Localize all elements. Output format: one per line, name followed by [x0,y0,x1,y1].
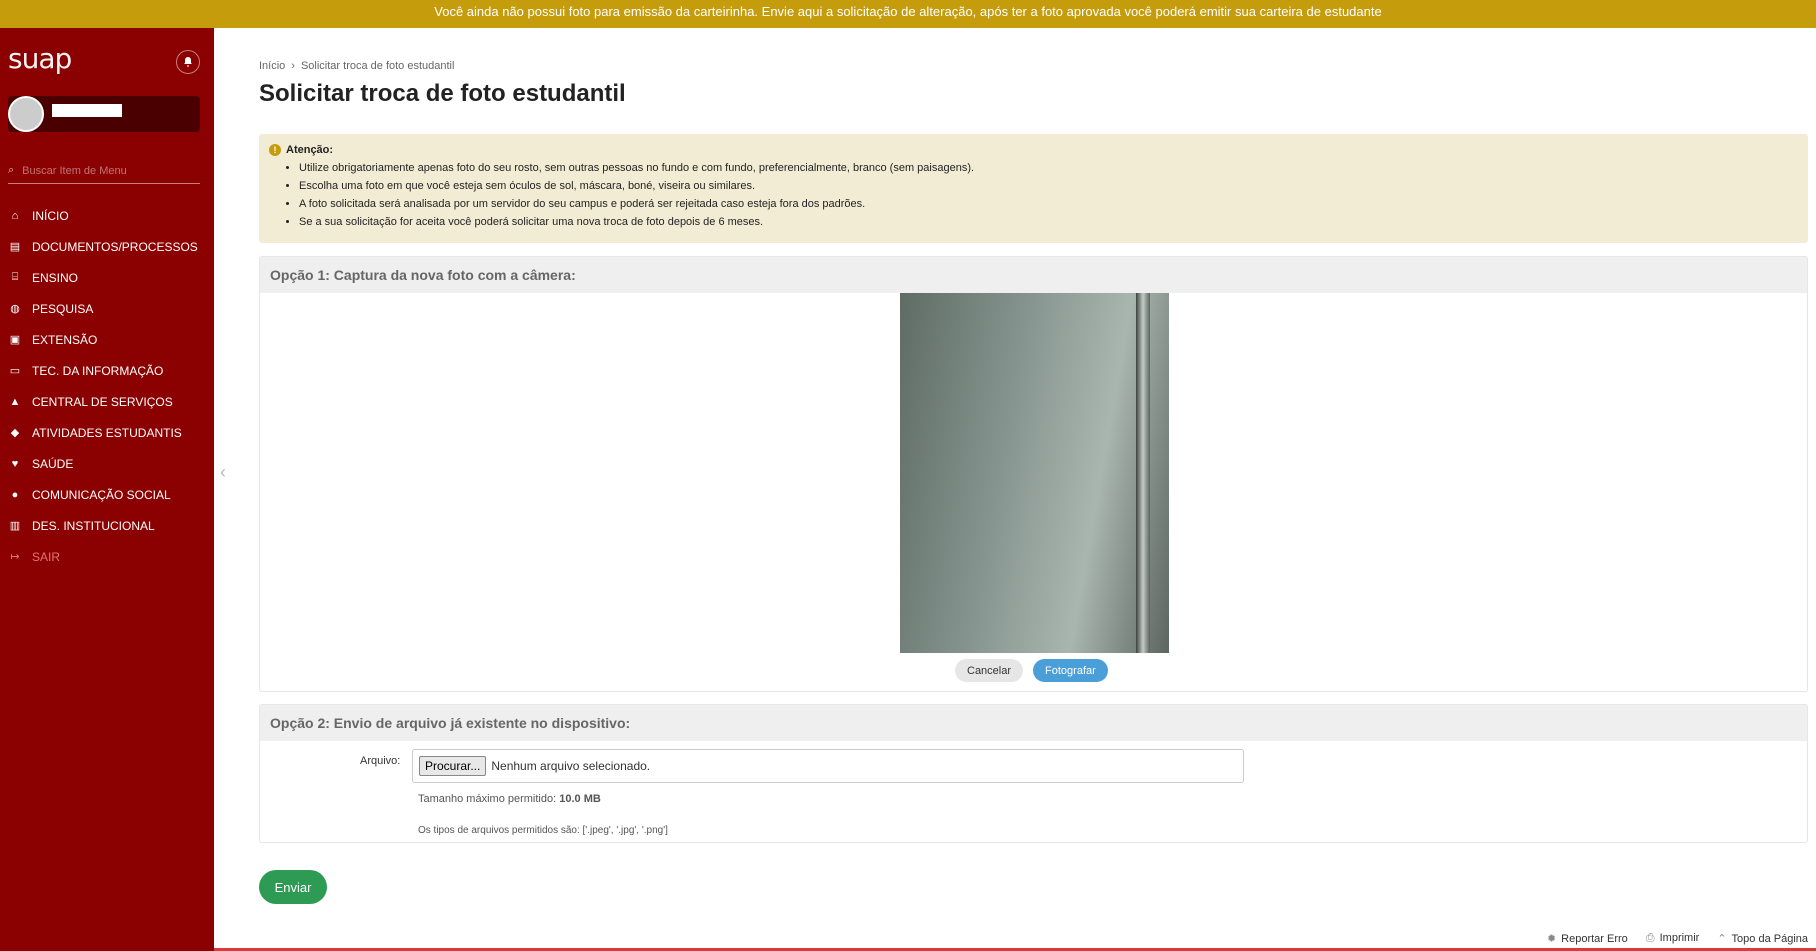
page-title: Solicitar troca de foto estudantil [259,80,626,107]
sidebar-item-saude[interactable]: ♥ SAÚDE [0,448,214,479]
redacted-username [52,104,122,117]
sidebar-item-inicio[interactable]: ⌂ INÍCIO [0,200,214,231]
alert-item: A foto solicitada será analisada por um … [299,195,1798,213]
page-footer: ✹ Reportar Erro ⎙ Imprimir ⌃ Topo da Página [1547,932,1808,945]
laptop-icon: ▭ [9,365,21,377]
sidebar-item-atividades[interactable]: ◆ ATIVIDADES ESTUDANTIS [0,417,214,448]
option1-legend: Opção 1: Captura da nova foto com a câme… [260,257,1807,293]
collapse-sidebar-chevron-left-icon[interactable]: ‹ [220,462,226,483]
avatar [8,96,44,132]
arrow-up-icon: ⌃ [1717,933,1727,945]
home-icon: ⌂ [11,209,19,222]
attention-alert: !Atenção: Utilize obrigatoriamente apena… [259,134,1808,243]
allowed-types-help: Os tipos de arquivos permitidos são: ['.… [418,825,668,836]
menu-search: ⌕ [8,158,200,184]
submit-button[interactable]: Enviar [259,870,327,904]
breadcrumb-current: Solicitar troca de foto estudantil [300,60,455,72]
sidebar-item-tecnologia[interactable]: ▭ TEC. DA INFORMAÇÃO [0,355,214,386]
breadcrumb-separator-icon: › [291,60,295,72]
sidebar-item-desenvolvimento[interactable]: ▥ DES. INSTITUCIONAL [0,510,214,541]
report-error-link[interactable]: ✹ Reportar Erro [1547,932,1628,945]
option2-legend: Opção 2: Envio de arquivo já existente n… [260,705,1807,741]
alert-item: Utilize obrigatoriamente apenas foto do … [299,159,1798,177]
browse-button[interactable]: Procurar... [419,756,487,776]
search-icon: ⌕ [8,164,15,176]
chart-icon: ▥ [9,520,21,532]
info-icon: ! [269,144,281,156]
printer-icon: ⎙ [1645,932,1655,944]
logout-icon: ↦ [10,551,20,563]
globe-icon: ◍ [10,303,20,315]
alert-item: Escolha uma foto em que você esteja sem … [299,177,1798,195]
photo-notice-banner: Você ainda não possui foto para emissão … [0,0,1816,28]
print-link[interactable]: ⎙ Imprimir [1646,932,1700,945]
file-upload-section: Opção 2: Envio de arquivo já existente n… [259,704,1808,843]
no-file-selected-text: Nenhum arquivo selecionado. [491,759,651,773]
cancel-camera-button[interactable]: Cancelar [955,659,1024,682]
graduation-icon: ◆ [10,427,20,439]
sidebar-item-extensao[interactable]: ▣ EXTENSÃO [0,324,214,355]
alert-item: Se a sua solicitação for aceita você pod… [299,213,1798,231]
sidebar-item-pesquisa[interactable]: ◍ PESQUISA [0,293,214,324]
document-icon: ▤ [9,241,21,253]
sidebar-item-comunicacao[interactable]: ● COMUNICAÇÃO SOCIAL [0,479,214,510]
service-icon: ▲ [9,395,21,408]
max-size-help: Tamanho máximo permitido: 10.0 MB [418,793,601,805]
breadcrumb-home-link[interactable]: Início [259,60,285,72]
main-content: Início › Solicitar troca de foto estudanti… [259,60,1809,904]
camera-capture-section: Opção 1: Captura da nova foto com a câme… [259,256,1808,692]
menu-search-input[interactable] [22,164,193,177]
teaching-icon: ⌸ [11,271,19,283]
file-label: Arquivo: [360,755,401,767]
chat-icon: ● [11,488,19,501]
sidebar: suap ⌕ ⌂INÍCIO ▤DOCUMENTOS/PROCESSOS ⌸EN… [0,28,214,951]
sidebar-item-documentos[interactable]: ▤ DOCUMENTOS/PROCESSOS [0,231,214,262]
sidebar-item-servicos[interactable]: ▲ CENTRAL DE SERVIÇOS [0,386,214,417]
camera-preview [900,293,1169,653]
briefcase-icon: ▣ [9,334,21,346]
bug-icon: ✹ [1546,933,1557,945]
notifications-bell-icon[interactable] [176,50,200,74]
user-profile[interactable] [8,96,200,132]
suap-logo[interactable]: suap [8,42,72,75]
breadcrumb: Início › Solicitar troca de foto estudanti… [259,60,1809,72]
main-menu: ⌂ INÍCIO ▤ DOCUMENTOS/PROCESSOS ⌸ ENSINO ◍ P… [0,200,214,572]
take-photo-button[interactable]: Fotografar [1033,659,1108,682]
heart-icon: ♥ [11,457,19,470]
top-of-page-link[interactable]: ⌃ Topo da Página [1717,932,1808,945]
file-input[interactable]: Procurar... Nenhum arquivo selecionado. [412,749,1244,783]
sidebar-item-sair[interactable]: ↦ SAIR [0,541,214,572]
sidebar-item-ensino[interactable]: ⌸ ENSINO [0,262,214,293]
